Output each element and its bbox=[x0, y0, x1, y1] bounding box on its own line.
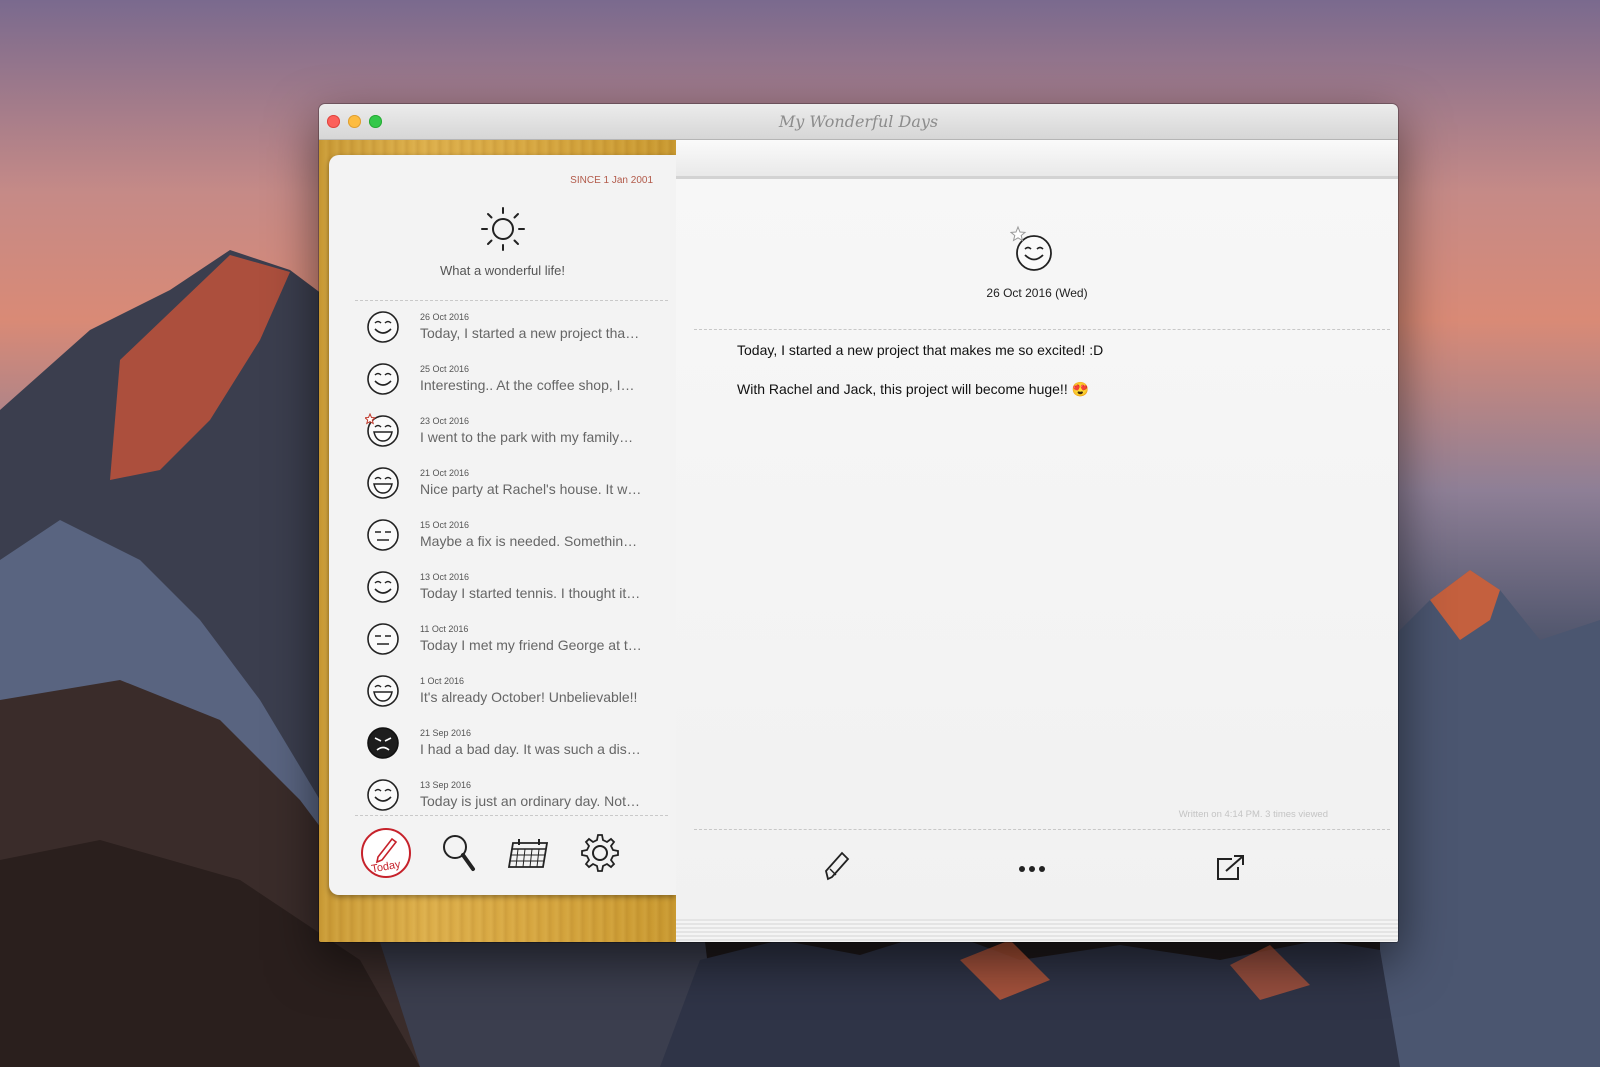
entry-list[interactable]: 26 Oct 2016 Today, I started a new proje… bbox=[329, 305, 676, 813]
list-item[interactable]: 26 Oct 2016 Today, I started a new proje… bbox=[329, 305, 676, 358]
gear-icon[interactable] bbox=[574, 827, 626, 879]
entry-preview: Today is just an ordinary day. Not… bbox=[420, 793, 640, 809]
paper-header-strip bbox=[676, 140, 1398, 179]
smile-icon bbox=[367, 571, 399, 603]
entry-preview: Today, I started a new project tha… bbox=[420, 325, 640, 341]
motto-text: What a wonderful life! bbox=[439, 263, 565, 278]
entry-body-line: With Rachel and Jack, this project will … bbox=[737, 381, 1090, 397]
title-bar: My Wonderful Days bbox=[319, 104, 1398, 140]
list-item[interactable]: 21 Sep 2016 I had a bad day. It was such… bbox=[329, 721, 676, 774]
entry-preview: It's already October! Unbelievable!! bbox=[420, 689, 638, 705]
list-item[interactable]: 23 Oct 2016 I went to the park with my f… bbox=[329, 409, 676, 462]
window-title: My Wonderful Days bbox=[778, 112, 939, 131]
list-item[interactable]: 11 Oct 2016 Today I met my friend George… bbox=[329, 617, 676, 670]
entry-sheet: 26 Oct 2016 (Wed) Today, I started a new… bbox=[676, 179, 1398, 919]
sidebar-toolbar: Today bbox=[329, 815, 676, 895]
entry-body-line: Today, I started a new project that make… bbox=[737, 342, 1104, 358]
entry-date: 1 Oct 2016 bbox=[420, 676, 465, 686]
list-item[interactable]: 25 Oct 2016 Interesting.. At the coffee … bbox=[329, 357, 676, 410]
angry-icon bbox=[367, 727, 399, 759]
entry-preview: Today I started tennis. I thought it… bbox=[420, 585, 641, 601]
entry-meta: Written on 4:14 PM. 3 times viewed bbox=[1178, 809, 1328, 820]
list-item[interactable]: 21 Oct 2016 Nice party at Rachel's house… bbox=[329, 461, 676, 514]
list-item[interactable]: 1 Oct 2016 It's already October! Unbelie… bbox=[329, 669, 676, 722]
sun-icon bbox=[481, 207, 525, 251]
today-button[interactable]: Today bbox=[360, 827, 412, 879]
divider bbox=[694, 829, 1390, 830]
entry-detail-panel: 26 Oct 2016 (Wed) Today, I started a new… bbox=[676, 140, 1398, 942]
list-item[interactable]: 15 Oct 2016 Maybe a fix is needed. Somet… bbox=[329, 513, 676, 566]
entry-date: 13 Sep 2016 bbox=[420, 780, 472, 790]
app-window: My Wonderful Days SINCE 1 Jan 2001 What … bbox=[319, 104, 1398, 942]
entry-preview: Nice party at Rachel's house. It w… bbox=[420, 481, 642, 497]
entry-preview: I went to the park with my family… bbox=[420, 429, 634, 445]
entry-date: 13 Oct 2016 bbox=[420, 572, 470, 582]
meh-icon bbox=[367, 519, 399, 551]
entry-date: 21 Oct 2016 bbox=[420, 468, 470, 478]
entry-date: 21 Sep 2016 bbox=[420, 728, 472, 738]
entry-preview: Maybe a fix is needed. Somethin… bbox=[420, 533, 638, 549]
entry-date: 25 Oct 2016 bbox=[420, 364, 470, 374]
smile-icon bbox=[367, 363, 399, 395]
grin-icon bbox=[367, 675, 399, 707]
sidebar-panel: SINCE 1 Jan 2001 What a wonderful life! … bbox=[319, 140, 676, 942]
entry-preview: Today I met my friend George at t… bbox=[420, 637, 642, 653]
grin-icon bbox=[367, 467, 399, 499]
smile-icon bbox=[367, 779, 399, 811]
smile-icon bbox=[367, 311, 399, 343]
grin-star-icon bbox=[365, 413, 399, 447]
edit-pencil-icon[interactable] bbox=[816, 847, 856, 887]
entry-preview: Interesting.. At the coffee shop, I… bbox=[420, 377, 635, 393]
list-item[interactable]: 13 Oct 2016 Today I started tennis. I th… bbox=[329, 565, 676, 618]
meh-icon bbox=[367, 623, 399, 655]
divider bbox=[355, 300, 668, 301]
entry-date: 23 Oct 2016 bbox=[420, 416, 470, 426]
divider bbox=[694, 329, 1390, 330]
list-item[interactable]: 13 Sep 2016 Today is just an ordinary da… bbox=[329, 773, 676, 813]
calendar-icon[interactable] bbox=[503, 827, 555, 879]
more-options-icon[interactable] bbox=[1012, 847, 1052, 887]
entry-date: 11 Oct 2016 bbox=[420, 624, 469, 634]
mood-smile-star-icon[interactable] bbox=[1010, 225, 1054, 275]
search-icon[interactable] bbox=[433, 827, 485, 879]
entry-preview: I had a bad day. It was such a dis… bbox=[420, 741, 641, 757]
share-icon[interactable] bbox=[1210, 847, 1250, 887]
entry-list-card: SINCE 1 Jan 2001 What a wonderful life! … bbox=[329, 155, 676, 895]
entry-detail-date: 26 Oct 2016 (Wed) bbox=[986, 286, 1088, 300]
entry-date: 26 Oct 2016 bbox=[420, 312, 470, 322]
entry-date: 15 Oct 2016 bbox=[420, 520, 470, 530]
paper-stack-edge bbox=[676, 919, 1398, 942]
since-label: SINCE 1 Jan 2001 bbox=[570, 175, 653, 186]
